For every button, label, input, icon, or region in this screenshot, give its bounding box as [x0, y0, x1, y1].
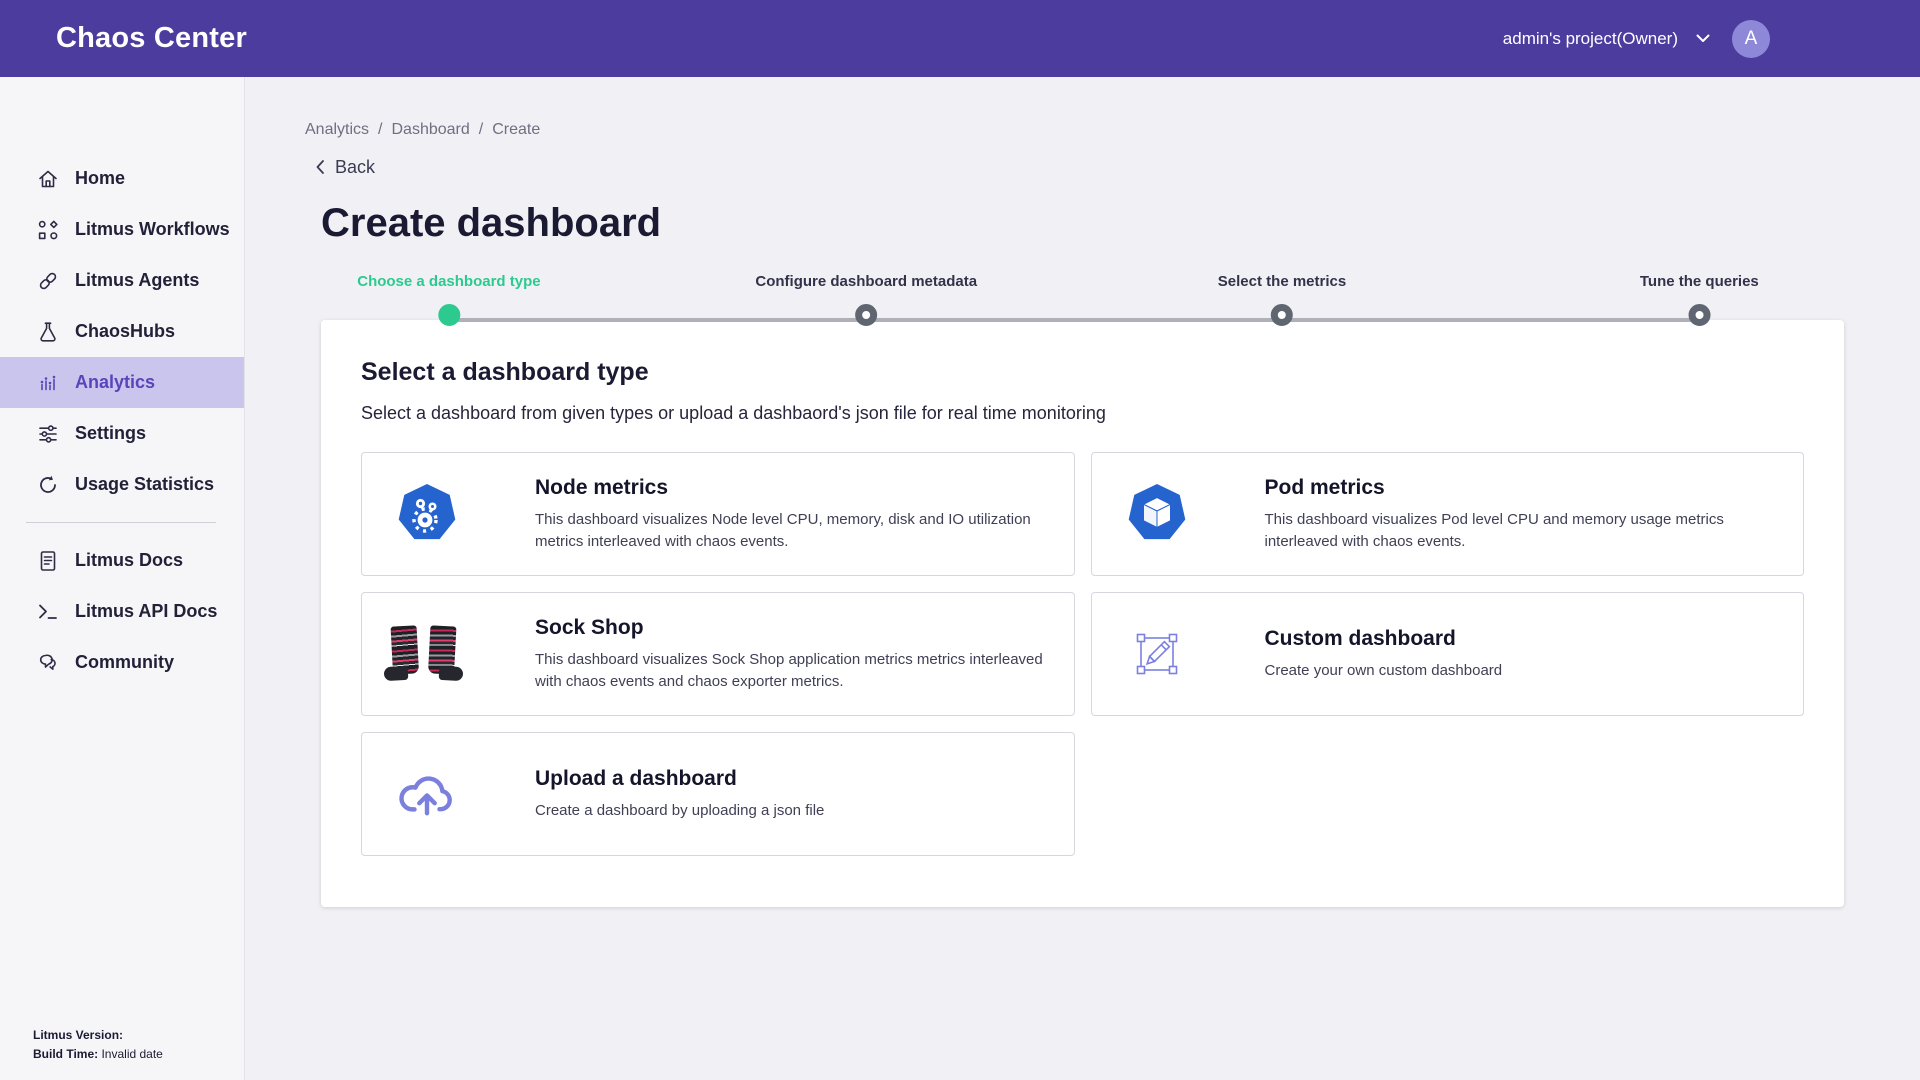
chevron-left-icon	[315, 159, 325, 175]
breadcrumb-separator: /	[378, 121, 382, 139]
back-label: Back	[335, 157, 375, 178]
step-configure-metadata: Configure dashboard metadata	[755, 273, 977, 326]
usage-refresh-icon	[36, 473, 60, 497]
breadcrumb: Analytics / Dashboard / Create	[305, 121, 1920, 139]
sidebar-divider	[26, 522, 216, 523]
breadcrumb-create: Create	[492, 121, 540, 139]
step-dot-active	[438, 304, 460, 326]
step-dot	[1688, 304, 1710, 326]
litmus-version-label: Litmus Version:	[33, 1028, 123, 1042]
home-icon	[36, 167, 60, 191]
sidebar-item-label: Usage Statistics	[75, 474, 214, 495]
avatar-letter: A	[1745, 28, 1758, 50]
sidebar-item-label: Litmus Agents	[75, 270, 199, 291]
build-time-label: Build Time:	[33, 1047, 98, 1061]
back-button[interactable]: Back	[315, 155, 1920, 179]
select-dashboard-type-panel: Select a dashboard type Select a dashboa…	[321, 320, 1844, 907]
option-description: Create your own custom dashboard	[1265, 660, 1503, 682]
custom-dashboard-icon	[1122, 627, 1192, 681]
sidebar-item-label: Community	[75, 652, 174, 673]
stepper-line	[449, 318, 1699, 322]
step-select-metrics: Select the metrics	[1218, 273, 1346, 326]
analytics-chart-icon	[36, 371, 60, 395]
option-title: Custom dashboard	[1265, 627, 1503, 651]
sidebar-item-label: Litmus Docs	[75, 550, 183, 571]
option-description: This dashboard visualizes Node level CPU…	[535, 509, 1050, 553]
option-title: Sock Shop	[535, 616, 1050, 640]
pod-metrics-icon	[1122, 482, 1192, 546]
sidebar-item-label: Litmus API Docs	[75, 601, 217, 622]
sidebar-item-litmus-docs[interactable]: Litmus Docs	[0, 535, 244, 586]
step-dot	[855, 304, 877, 326]
option-title: Upload a dashboard	[535, 767, 824, 791]
breadcrumb-analytics[interactable]: Analytics	[305, 121, 369, 139]
sidebar-item-label: ChaosHubs	[75, 321, 175, 342]
project-label: admin's project(Owner)	[1503, 29, 1678, 49]
app-title: Chaos Center	[56, 22, 247, 55]
sidebar-item-community[interactable]: Community	[0, 637, 244, 688]
avatar[interactable]: A	[1732, 20, 1770, 58]
main-content: Analytics / Dashboard / Create Back Crea…	[245, 77, 1920, 1080]
sidebar-item-label: Litmus Workflows	[75, 219, 230, 240]
sidebar-item-label: Analytics	[75, 372, 155, 393]
sidebar-footer: Litmus Version: Build Time: Invalid date	[33, 1026, 163, 1064]
sidebar-item-litmus-api-docs[interactable]: Litmus API Docs	[0, 586, 244, 637]
sidebar: Home Litmus Workflows Litmus Agents Chao…	[0, 77, 245, 1080]
project-switcher[interactable]: admin's project(Owner)	[1503, 29, 1710, 49]
sidebar-item-chaoshubs[interactable]: ChaosHubs	[0, 306, 244, 357]
step-label: Select the metrics	[1218, 273, 1346, 290]
option-title: Pod metrics	[1265, 476, 1780, 500]
sidebar-item-litmus-agents[interactable]: Litmus Agents	[0, 255, 244, 306]
option-title: Node metrics	[535, 476, 1050, 500]
option-description: This dashboard visualizes Sock Shop appl…	[535, 649, 1050, 693]
option-node-metrics[interactable]: Node metrics This dashboard visualizes N…	[361, 452, 1075, 576]
option-description: This dashboard visualizes Pod level CPU …	[1265, 509, 1780, 553]
upload-dashboard-icon	[392, 769, 462, 819]
dashboard-type-options: Node metrics This dashboard visualizes N…	[361, 452, 1804, 856]
step-tune-queries: Tune the queries	[1640, 273, 1759, 326]
sidebar-item-usage-statistics[interactable]: Usage Statistics	[0, 459, 244, 510]
step-choose-dashboard-type: Choose a dashboard type	[357, 273, 540, 326]
sidebar-item-label: Settings	[75, 423, 146, 444]
build-time-value: Invalid date	[101, 1047, 162, 1061]
agents-link-icon	[36, 269, 60, 293]
panel-subtitle: Select a dashboard from given types or u…	[361, 403, 1804, 424]
document-icon	[36, 549, 60, 573]
option-description: Create a dashboard by uploading a json f…	[535, 800, 824, 822]
sock-shop-icon	[392, 626, 462, 682]
breadcrumb-dashboard[interactable]: Dashboard	[391, 121, 469, 139]
step-label: Tune the queries	[1640, 273, 1759, 290]
step-dot	[1271, 304, 1293, 326]
sidebar-item-litmus-workflows[interactable]: Litmus Workflows	[0, 204, 244, 255]
sidebar-item-analytics[interactable]: Analytics	[0, 357, 244, 408]
sidebar-item-label: Home	[75, 168, 125, 189]
option-upload-dashboard[interactable]: Upload a dashboard Create a dashboard by…	[361, 732, 1075, 856]
stepper: Choose a dashboard type Configure dashbo…	[321, 273, 1844, 331]
option-sock-shop[interactable]: Sock Shop This dashboard visualizes Sock…	[361, 592, 1075, 716]
step-label: Configure dashboard metadata	[755, 273, 977, 290]
step-label: Choose a dashboard type	[357, 273, 540, 290]
panel-title: Select a dashboard type	[361, 358, 1804, 387]
option-custom-dashboard[interactable]: Custom dashboard Create your own custom …	[1091, 592, 1805, 716]
flask-icon	[36, 320, 60, 344]
node-metrics-icon	[392, 482, 462, 546]
workflows-icon	[36, 218, 60, 242]
breadcrumb-separator: /	[479, 121, 483, 139]
page-title: Create dashboard	[321, 199, 1920, 247]
chat-bubbles-icon	[36, 651, 60, 675]
sidebar-item-home[interactable]: Home	[0, 153, 244, 204]
option-pod-metrics[interactable]: Pod metrics This dashboard visualizes Po…	[1091, 452, 1805, 576]
settings-sliders-icon	[36, 422, 60, 446]
app-header: Chaos Center admin's project(Owner) A	[0, 0, 1920, 77]
terminal-icon	[36, 600, 60, 624]
chevron-down-icon	[1696, 34, 1710, 43]
sidebar-item-settings[interactable]: Settings	[0, 408, 244, 459]
